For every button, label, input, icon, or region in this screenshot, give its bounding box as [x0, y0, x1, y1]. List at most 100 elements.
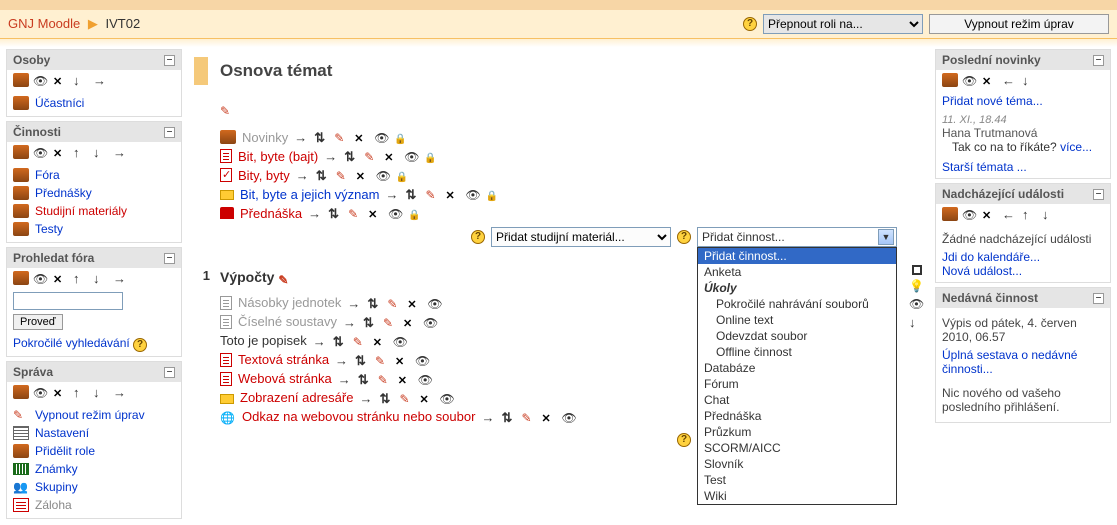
new-event-link[interactable]: Nová událost... [942, 264, 1022, 278]
edit-icon[interactable] [336, 168, 352, 182]
add-activity-select-open[interactable]: Přidat činnost... ▼ Přidat činnost...Ank… [697, 227, 897, 247]
move-icon[interactable] [405, 187, 421, 201]
down-icon[interactable] [1042, 207, 1058, 221]
collapse-icon[interactable]: – [1093, 189, 1104, 200]
right-icon[interactable] [338, 372, 354, 386]
lock-icon[interactable] [408, 206, 424, 220]
delete-icon[interactable] [445, 187, 461, 201]
activity-link[interactable]: Webová stránka [238, 371, 332, 386]
activity-link[interactable]: Bit, byte a jejich význam [240, 187, 379, 202]
down-icon[interactable] [1022, 73, 1038, 87]
edit-icon[interactable] [375, 353, 391, 367]
dropdown-option[interactable]: Úkoly [698, 280, 896, 296]
edit-icon[interactable] [387, 296, 403, 310]
roles-icon[interactable] [942, 207, 958, 221]
collapse-icon[interactable]: – [1093, 55, 1104, 66]
delete-icon[interactable] [53, 271, 69, 285]
dropdown-option[interactable]: Přednáška [698, 408, 896, 424]
dropdown-option[interactable]: Anketa [698, 264, 896, 280]
delete-icon[interactable] [407, 296, 423, 310]
help-icon[interactable]: ? [133, 338, 147, 352]
edit-icon[interactable] [278, 271, 294, 285]
chevron-down-icon[interactable]: ▼ [878, 229, 894, 245]
down-icon[interactable] [93, 271, 109, 285]
add-topic-link[interactable]: Přidat nové téma... [942, 94, 1043, 108]
delete-icon[interactable] [982, 207, 998, 221]
search-input[interactable] [13, 292, 123, 310]
collapse-icon[interactable]: – [164, 127, 175, 138]
dropdown-option[interactable]: Přidat činnost... [698, 248, 896, 264]
up-icon[interactable] [73, 271, 89, 285]
edit-off-button[interactable]: Vypnout režim úprav [929, 14, 1109, 34]
delete-icon[interactable] [53, 385, 69, 399]
sidebar-item[interactable]: Skupiny [13, 478, 175, 496]
dropdown-option[interactable]: SCORM/AICC [698, 440, 896, 456]
sidebar-item[interactable]: Testy [13, 220, 175, 238]
delete-icon[interactable] [419, 391, 435, 405]
full-report-link[interactable]: Úplná sestava o nedávné činnosti... [942, 348, 1077, 376]
roles-icon[interactable] [13, 385, 29, 399]
sidebar-item[interactable]: Nastavení [13, 424, 175, 442]
dropdown-option[interactable]: Test [698, 472, 896, 488]
right-icon[interactable] [385, 187, 401, 201]
roles-icon[interactable] [942, 73, 958, 87]
role-switch-select[interactable]: Přepnout roli na... [763, 14, 923, 34]
eye-icon[interactable] [962, 207, 978, 221]
activity-link[interactable]: Odkaz na webovou stránku nebo soubor [242, 409, 475, 424]
lock-icon[interactable] [394, 130, 410, 144]
delete-icon[interactable] [368, 206, 384, 220]
right-icon[interactable] [313, 334, 329, 348]
add-material-select[interactable]: Přidat studijní materiál... [491, 227, 671, 247]
move-icon[interactable] [379, 391, 395, 405]
activity-link[interactable]: Násobky jednotek [238, 295, 341, 310]
move-icon[interactable] [328, 206, 344, 220]
move-icon[interactable] [314, 130, 330, 144]
sidebar-item[interactable]: Vypnout režim úprav [13, 406, 175, 424]
eye-icon[interactable] [376, 168, 392, 182]
sidebar-item[interactable]: Fóra [13, 166, 175, 184]
dropdown-option[interactable]: Wiki [698, 488, 896, 504]
eye-icon[interactable] [423, 315, 439, 329]
activity-link[interactable]: Novinky [242, 130, 288, 145]
sidebar-item-participants[interactable]: Účastníci [13, 94, 175, 112]
roles-icon[interactable] [13, 73, 29, 87]
calendar-link[interactable]: Jdi do kalendáře... [942, 250, 1040, 264]
edit-icon[interactable] [364, 149, 380, 163]
delete-icon[interactable] [53, 73, 69, 87]
eye-icon[interactable] [561, 410, 577, 424]
delete-icon[interactable] [395, 353, 411, 367]
search-button[interactable]: Proveď [13, 314, 63, 330]
right-icon[interactable] [359, 391, 375, 405]
move-icon[interactable] [333, 334, 349, 348]
activity-link[interactable]: Bit, byte (bajt) [238, 149, 318, 164]
right-icon[interactable] [113, 145, 129, 159]
activity-link[interactable]: Číselné soustavy [238, 314, 337, 329]
up-icon[interactable] [73, 385, 89, 399]
eye-icon[interactable] [439, 391, 455, 405]
collapse-icon[interactable]: – [1093, 293, 1104, 304]
right-icon[interactable] [308, 206, 324, 220]
right-icon[interactable] [347, 296, 363, 310]
delete-icon[interactable] [982, 73, 998, 87]
eye-icon[interactable] [962, 73, 978, 87]
collapse-icon[interactable]: – [164, 367, 175, 378]
right-icon[interactable] [113, 385, 129, 399]
edit-icon[interactable] [348, 206, 364, 220]
delete-icon[interactable] [356, 168, 372, 182]
eye-icon[interactable] [418, 372, 434, 386]
move-icon[interactable] [316, 168, 332, 182]
bulb-icon[interactable] [909, 279, 925, 293]
delete-icon[interactable] [403, 315, 419, 329]
eye-icon[interactable] [393, 334, 409, 348]
eye-icon[interactable] [33, 385, 49, 399]
dropdown-option[interactable]: Chat [698, 392, 896, 408]
down-icon[interactable] [93, 385, 109, 399]
edit-icon[interactable] [383, 315, 399, 329]
sidebar-item[interactable]: Přednášky [13, 184, 175, 202]
down-icon[interactable] [73, 73, 89, 87]
left-icon[interactable] [1002, 207, 1018, 221]
eye-icon[interactable] [374, 130, 390, 144]
older-topics-link[interactable]: Starší témata ... [942, 160, 1027, 174]
delete-icon[interactable] [541, 410, 557, 424]
dropdown-option[interactable]: Průzkum [698, 424, 896, 440]
